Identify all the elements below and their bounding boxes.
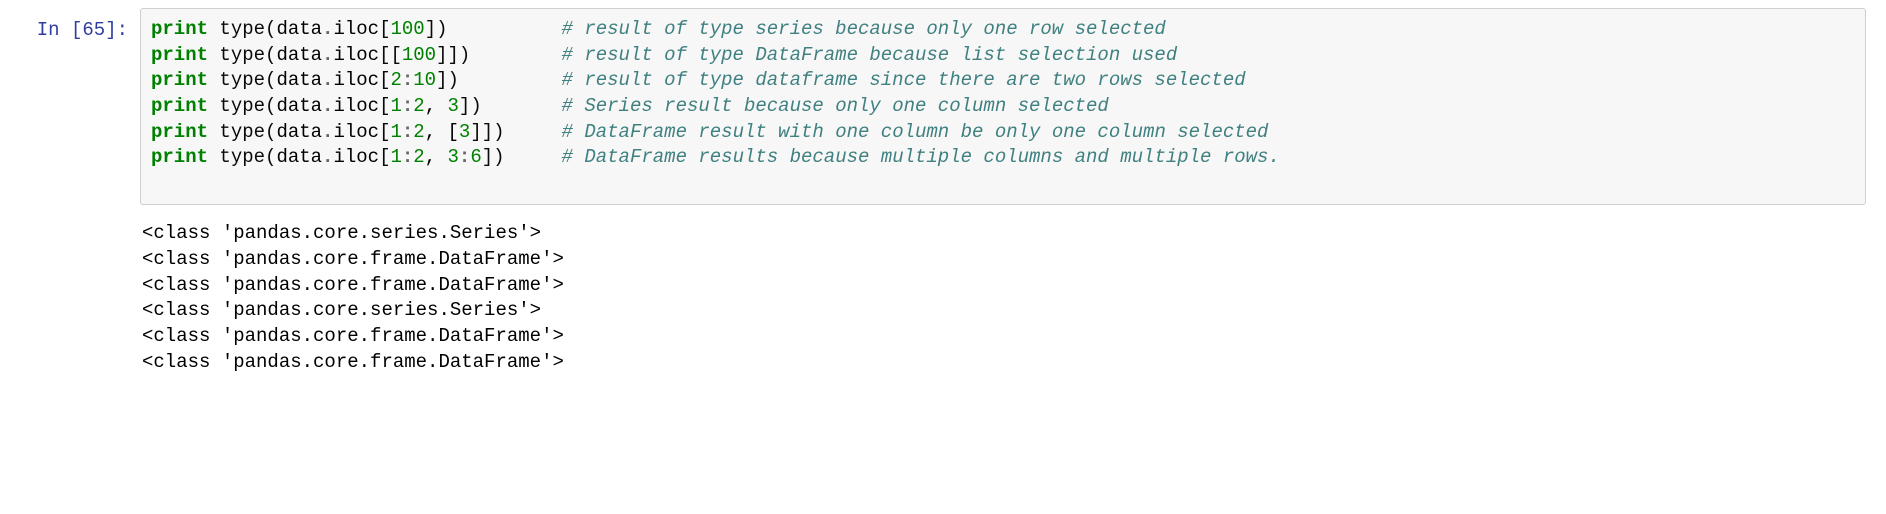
comment: # result of type DataFrame because list … xyxy=(562,44,1178,66)
func-type: type xyxy=(219,121,265,143)
output-line: <class 'pandas.core.series.Series'> xyxy=(142,221,1864,247)
output-line: <class 'pandas.core.series.Series'> xyxy=(142,298,1864,324)
func-type: type xyxy=(219,18,265,40)
output-line: <class 'pandas.core.frame.DataFrame'> xyxy=(142,324,1864,350)
code-line-1: print type(data.iloc[100]) # result of t… xyxy=(151,17,1855,43)
func-type: type xyxy=(219,146,265,168)
code-input-area[interactable]: print type(data.iloc[100]) # result of t… xyxy=(140,8,1866,205)
comment: # DataFrame results because multiple col… xyxy=(562,146,1280,168)
output-prompt-column xyxy=(20,217,140,379)
prompt-column: In [65]: xyxy=(20,8,140,205)
code-blank-line xyxy=(151,171,1855,197)
output-line: <class 'pandas.core.frame.DataFrame'> xyxy=(142,350,1864,376)
code-line-6: print type(data.iloc[1:2, 3:6]) # DataFr… xyxy=(151,145,1855,171)
keyword-print: print xyxy=(151,121,208,143)
output-line: <class 'pandas.core.frame.DataFrame'> xyxy=(142,247,1864,273)
code-line-4: print type(data.iloc[1:2, 3]) # Series r… xyxy=(151,94,1855,120)
keyword-print: print xyxy=(151,146,208,168)
output-cell: <class 'pandas.core.series.Series'> <cla… xyxy=(0,213,1886,383)
func-type: type xyxy=(219,95,265,117)
comment: # Series result because only one column … xyxy=(562,95,1109,117)
keyword-print: print xyxy=(151,44,208,66)
output-line: <class 'pandas.core.frame.DataFrame'> xyxy=(142,273,1864,299)
code-line-5: print type(data.iloc[1:2, [3]]) # DataFr… xyxy=(151,120,1855,146)
code-output-area[interactable]: <class 'pandas.core.series.Series'> <cla… xyxy=(140,217,1866,379)
comment: # result of type dataframe since there a… xyxy=(562,69,1246,91)
comment: # result of type series because only one… xyxy=(562,18,1166,40)
input-prompt: In [65]: xyxy=(20,18,140,44)
code-line-3: print type(data.iloc[2:10]) # result of … xyxy=(151,68,1855,94)
keyword-print: print xyxy=(151,18,208,40)
code-line-2: print type(data.iloc[[100]]) # result of… xyxy=(151,43,1855,69)
keyword-print: print xyxy=(151,69,208,91)
input-cell: In [65]: print type(data.iloc[100]) # re… xyxy=(0,0,1886,213)
func-type: type xyxy=(219,44,265,66)
func-type: type xyxy=(219,69,265,91)
comment: # DataFrame result with one column be on… xyxy=(562,121,1269,143)
keyword-print: print xyxy=(151,95,208,117)
